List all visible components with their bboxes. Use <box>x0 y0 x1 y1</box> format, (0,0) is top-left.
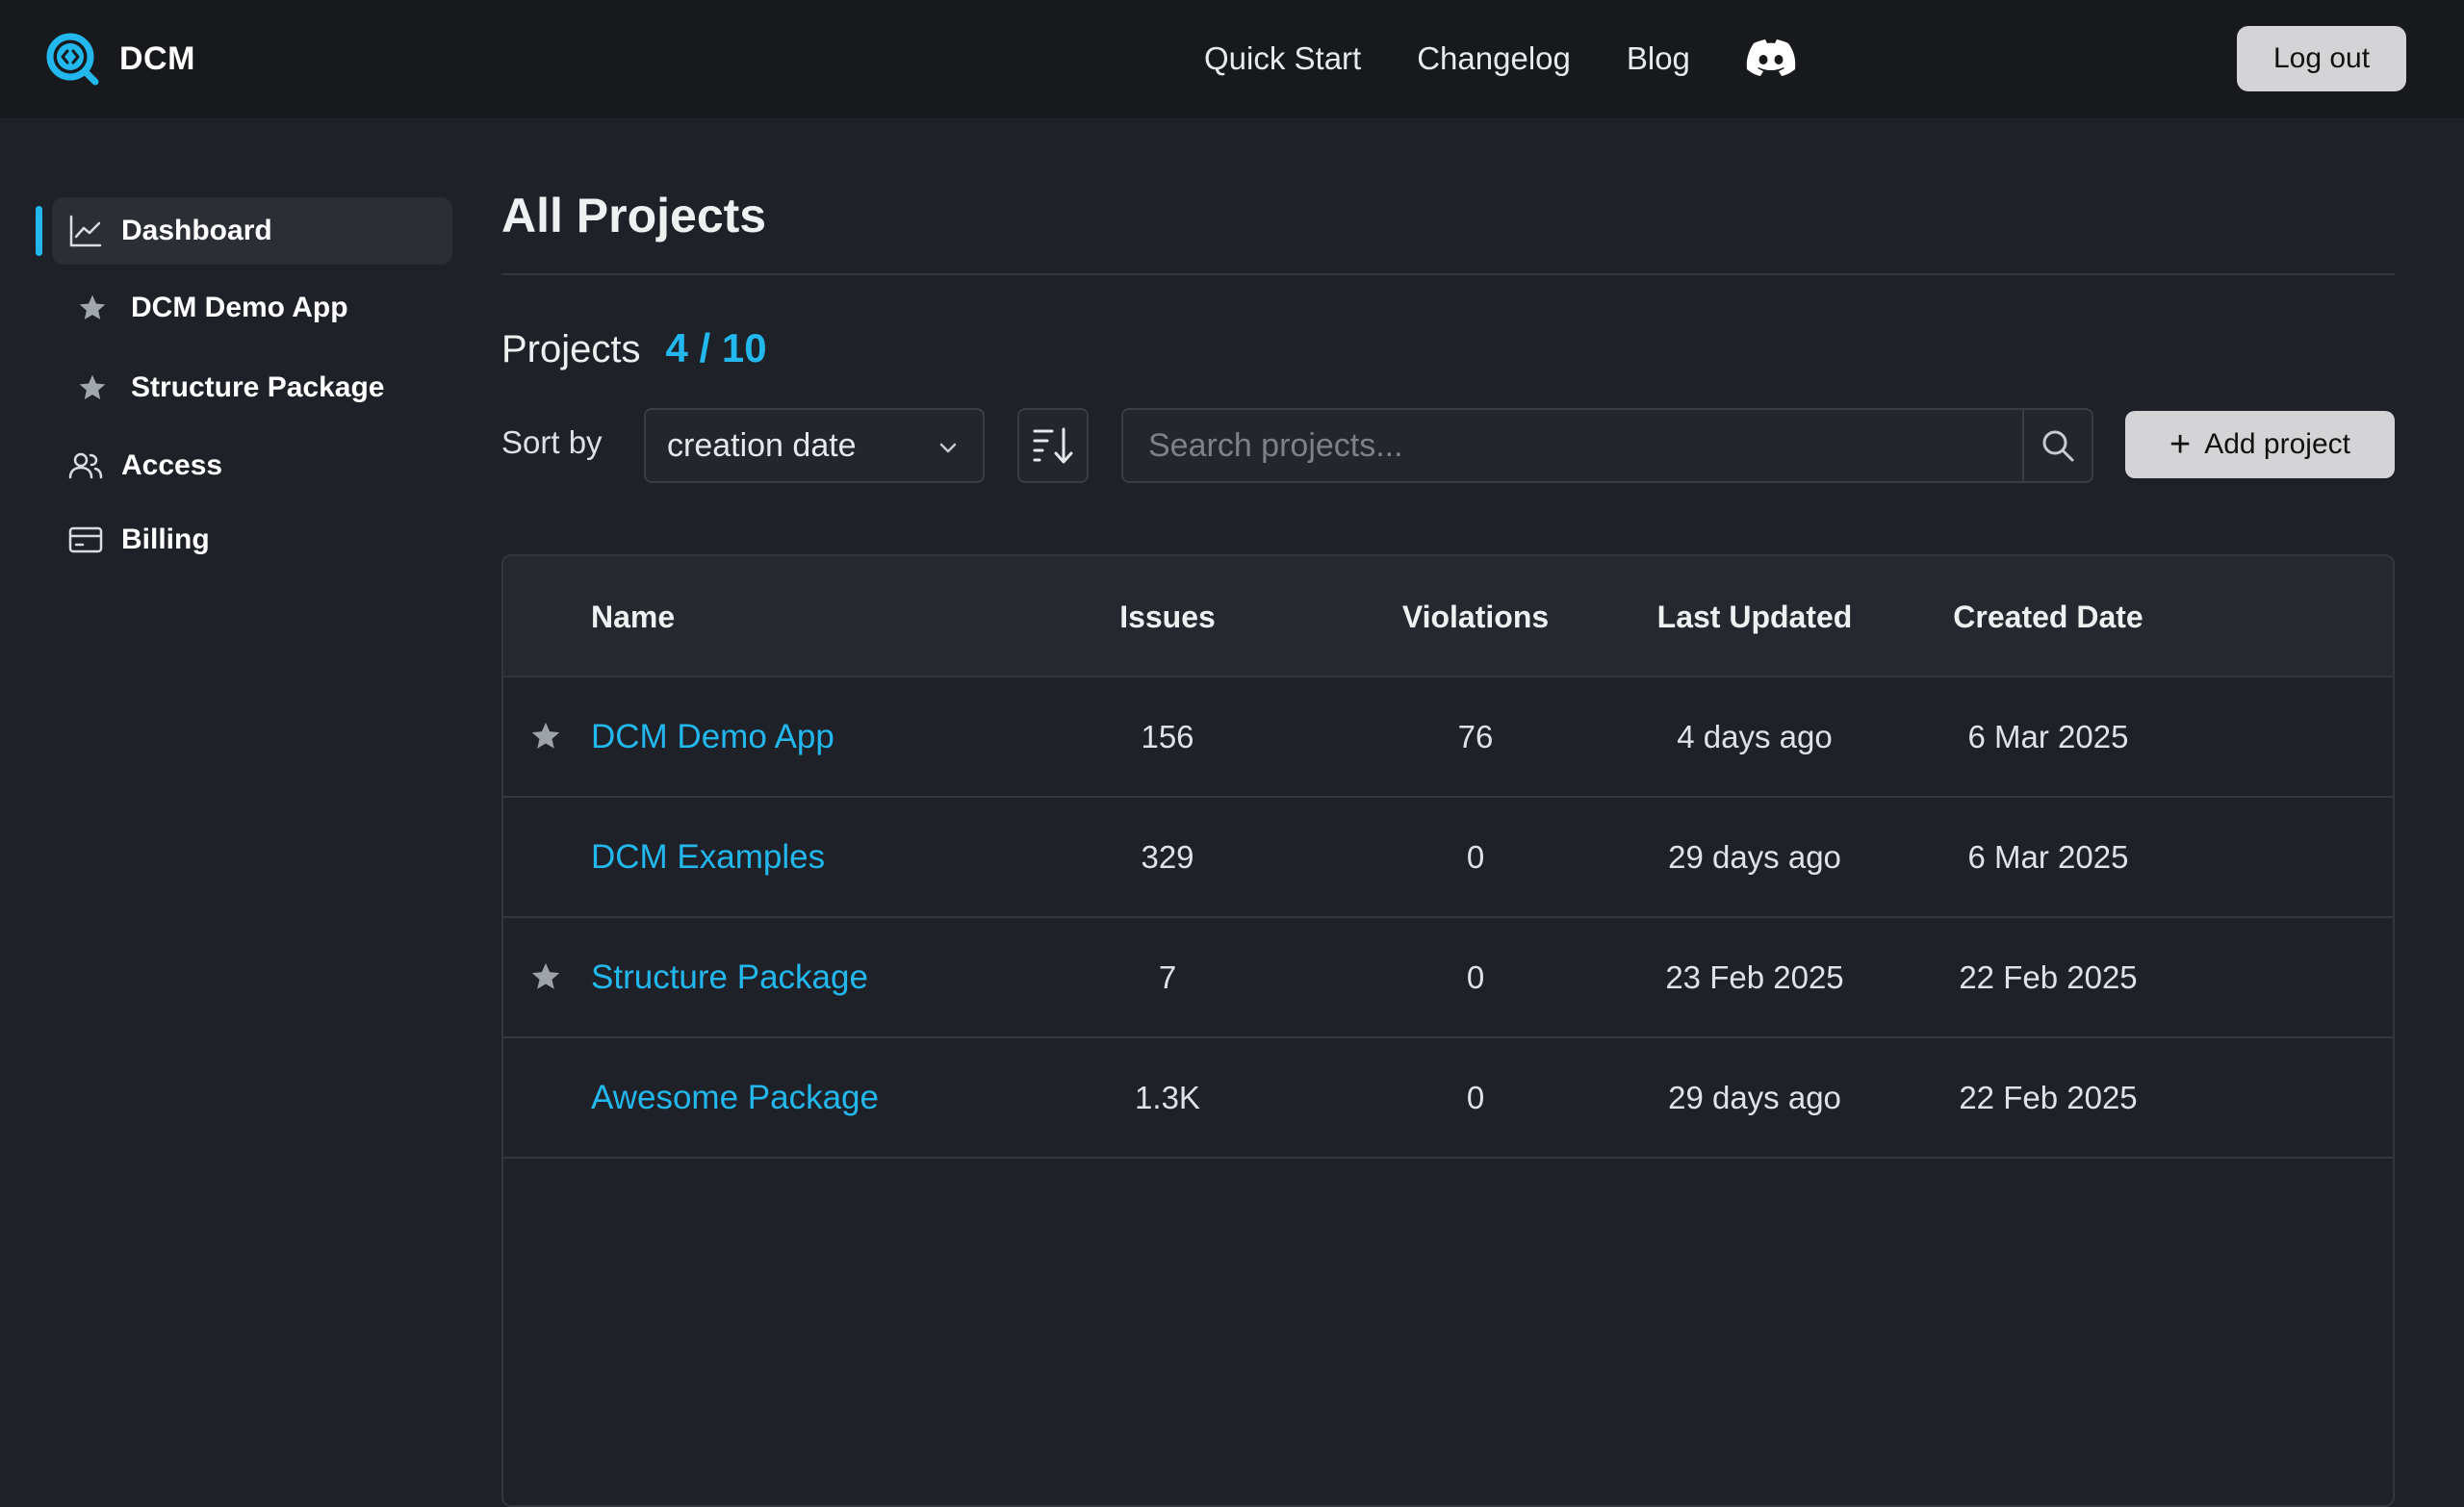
chevron-down-icon <box>939 443 957 453</box>
table-row: DCM Examples 329 0 29 days ago 6 Mar 202… <box>503 798 2393 918</box>
active-indicator <box>36 206 42 256</box>
projects-heading: Projects 4 / 10 <box>501 325 767 371</box>
sort-by-label: Sort by <box>501 424 603 460</box>
issues-cell: 1.3K <box>1135 1079 1200 1115</box>
nav-quick-start[interactable]: Quick Start <box>1204 40 1361 77</box>
discord-icon[interactable] <box>1746 39 1796 78</box>
dcm-logo-icon <box>46 33 99 86</box>
sidebar-item-billing[interactable]: Billing <box>67 506 210 574</box>
search-button[interactable] <box>2022 410 2092 481</box>
brand-name: DCM <box>119 39 195 77</box>
sidebar-item-label: Billing <box>121 524 210 555</box>
issues-cell: 7 <box>1158 958 1177 995</box>
sort-direction-button[interactable] <box>1017 408 1089 483</box>
created-date-cell: 6 Mar 2025 <box>1967 718 2129 754</box>
nav-changelog[interactable]: Changelog <box>1417 40 1571 77</box>
star-icon[interactable] <box>529 960 562 993</box>
divider <box>501 273 2395 275</box>
table-header: Name Issues Violations Last Updated Crea… <box>503 556 2393 677</box>
project-link[interactable]: Awesome Package <box>591 1079 879 1117</box>
last-updated-cell: 29 days ago <box>1668 1079 1841 1115</box>
violations-cell: 0 <box>1466 1079 1485 1115</box>
last-updated-cell: 23 Feb 2025 <box>1665 958 1844 995</box>
table-row: DCM Demo App 156 76 4 days ago 6 Mar 202… <box>503 677 2393 798</box>
table-row: Awesome Package 1.3K 0 29 days ago 22 Fe… <box>503 1038 2393 1159</box>
issues-cell: 329 <box>1141 838 1194 875</box>
add-project-button[interactable]: + Add project <box>2125 411 2395 478</box>
projects-label: Projects <box>501 328 641 370</box>
last-updated-cell: 29 days ago <box>1668 838 1841 875</box>
logout-button[interactable]: Log out <box>2237 26 2406 91</box>
violations-cell: 76 <box>1457 718 1494 754</box>
star-icon[interactable] <box>529 720 562 753</box>
search-icon <box>2042 430 2074 462</box>
users-icon <box>68 452 103 479</box>
sort-descending-icon <box>1033 427 1073 464</box>
sidebar: Dashboard DCM Demo App Structure Package… <box>0 118 462 1484</box>
issues-cell: 156 <box>1141 718 1194 754</box>
sidebar-item-label: Access <box>121 449 223 481</box>
star-icon <box>79 294 106 319</box>
top-header: DCM Quick Start Changelog Blog Log out <box>0 0 2464 118</box>
top-nav: Quick Start Changelog Blog <box>1204 29 1796 89</box>
column-header-name[interactable]: Name <box>591 556 675 677</box>
violations-cell: 0 <box>1466 838 1485 875</box>
star-icon <box>79 374 106 399</box>
page-title: All Projects <box>501 189 767 243</box>
project-link[interactable]: DCM Examples <box>591 838 825 877</box>
credit-card-icon <box>68 526 103 553</box>
brand[interactable]: DCM <box>44 30 195 88</box>
last-updated-cell: 4 days ago <box>1677 718 1833 754</box>
plus-icon: + <box>2169 424 2192 465</box>
column-header-created-date[interactable]: Created Date <box>1918 556 2178 677</box>
created-date-cell: 22 Feb 2025 <box>1959 958 2138 995</box>
sidebar-item-access[interactable]: Access <box>67 432 222 499</box>
table-row: Structure Package 7 0 23 Feb 2025 22 Feb… <box>503 918 2393 1038</box>
column-header-violations[interactable]: Violations <box>1360 556 1591 677</box>
chart-line-icon <box>69 215 102 247</box>
search-input[interactable] <box>1123 410 2022 481</box>
created-date-cell: 22 Feb 2025 <box>1959 1079 2138 1115</box>
project-link[interactable]: DCM Demo App <box>591 718 834 756</box>
sidebar-item-label: Structure Package <box>131 371 385 403</box>
sidebar-item-structure-package[interactable]: Structure Package <box>77 354 384 421</box>
sort-select-value: creation date <box>667 426 857 464</box>
created-date-cell: 6 Mar 2025 <box>1967 838 2129 875</box>
violations-cell: 0 <box>1466 958 1485 995</box>
sidebar-item-label: Dashboard <box>121 215 272 246</box>
sidebar-item-label: DCM Demo App <box>131 292 348 323</box>
sidebar-item-dashboard[interactable]: Dashboard <box>52 197 452 265</box>
projects-count-badge: 4 / 10 <box>665 325 767 370</box>
column-header-issues[interactable]: Issues <box>1071 556 1264 677</box>
sidebar-item-dcm-demo-app[interactable]: DCM Demo App <box>77 274 348 342</box>
column-header-last-updated[interactable]: Last Updated <box>1630 556 1880 677</box>
add-project-label: Add project <box>2204 428 2350 460</box>
project-link[interactable]: Structure Package <box>591 958 868 997</box>
sort-select[interactable]: creation date <box>644 408 985 483</box>
nav-blog[interactable]: Blog <box>1627 40 1690 77</box>
search-box <box>1121 408 2093 483</box>
projects-table: Name Issues Violations Last Updated Crea… <box>501 554 2395 1507</box>
